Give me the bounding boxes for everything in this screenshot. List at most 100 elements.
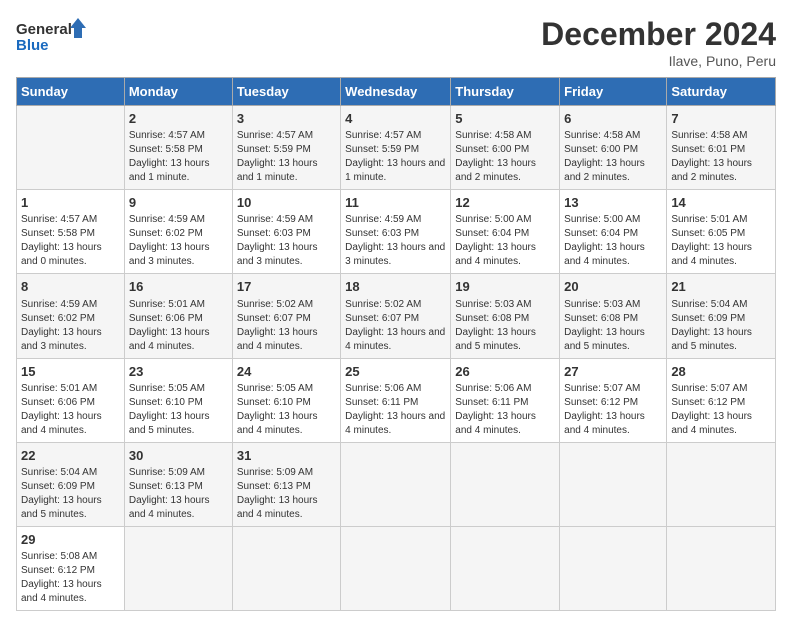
day-number: 26 xyxy=(455,363,555,381)
cell-text: Daylight: 13 hours and 4 minutes. xyxy=(237,494,336,522)
day-number: 11 xyxy=(345,194,446,212)
cell-text: Sunrise: 5:01 AM xyxy=(21,382,120,396)
cell-text: Daylight: 13 hours and 1 minute. xyxy=(129,157,228,185)
cell-text: Sunset: 6:02 PM xyxy=(129,227,228,241)
cell-text: Sunrise: 5:05 AM xyxy=(237,382,336,396)
week-row-4: 22Sunrise: 5:04 AMSunset: 6:09 PMDayligh… xyxy=(17,442,776,526)
cell-text: Daylight: 13 hours and 4 minutes. xyxy=(455,410,555,438)
calendar-cell: 20Sunrise: 5:03 AMSunset: 6:08 PMDayligh… xyxy=(560,274,667,358)
cell-text: Sunrise: 5:07 AM xyxy=(564,382,662,396)
cell-text: Sunrise: 5:07 AM xyxy=(671,382,771,396)
calendar-cell xyxy=(232,526,340,610)
logo-svg: General Blue xyxy=(16,16,86,56)
cell-text: Daylight: 13 hours and 4 minutes. xyxy=(455,241,555,269)
cell-text: Sunset: 5:58 PM xyxy=(129,143,228,157)
cell-text: Sunset: 6:09 PM xyxy=(21,480,120,494)
month-title: December 2024 xyxy=(541,16,776,53)
cell-text: Daylight: 13 hours and 3 minutes. xyxy=(21,326,120,354)
cell-text: Daylight: 13 hours and 4 minutes. xyxy=(671,410,771,438)
cell-text: Daylight: 13 hours and 4 minutes. xyxy=(237,326,336,354)
col-header-tuesday: Tuesday xyxy=(232,78,340,106)
day-number: 21 xyxy=(671,278,771,296)
calendar-cell: 5Sunrise: 4:58 AMSunset: 6:00 PMDaylight… xyxy=(451,106,560,190)
title-area: December 2024 Ilave, Puno, Peru xyxy=(541,16,776,69)
day-number: 30 xyxy=(129,447,228,465)
calendar-cell xyxy=(451,442,560,526)
cell-text: Sunrise: 5:03 AM xyxy=(564,298,662,312)
calendar-cell: 8Sunrise: 4:59 AMSunset: 6:02 PMDaylight… xyxy=(17,274,125,358)
week-row-2: 8Sunrise: 4:59 AMSunset: 6:02 PMDaylight… xyxy=(17,274,776,358)
cell-text: Sunrise: 5:00 AM xyxy=(455,213,555,227)
cell-text: Sunset: 6:05 PM xyxy=(671,227,771,241)
day-number: 9 xyxy=(129,194,228,212)
cell-text: Daylight: 13 hours and 2 minutes. xyxy=(671,157,771,185)
cell-text: Sunset: 6:12 PM xyxy=(21,564,120,578)
cell-text: Sunset: 6:00 PM xyxy=(564,143,662,157)
cell-text: Daylight: 13 hours and 4 minutes. xyxy=(671,241,771,269)
cell-text: Sunset: 6:08 PM xyxy=(564,312,662,326)
cell-text: Sunset: 6:13 PM xyxy=(237,480,336,494)
cell-text: Sunrise: 5:01 AM xyxy=(671,213,771,227)
day-number: 27 xyxy=(564,363,662,381)
cell-text: Daylight: 13 hours and 4 minutes. xyxy=(129,494,228,522)
day-number: 8 xyxy=(21,278,120,296)
col-header-thursday: Thursday xyxy=(451,78,560,106)
header: General Blue December 2024 Ilave, Puno, … xyxy=(16,16,776,69)
calendar-cell: 18Sunrise: 5:02 AMSunset: 6:07 PMDayligh… xyxy=(341,274,451,358)
calendar-cell: 1Sunrise: 4:57 AMSunset: 5:58 PMDaylight… xyxy=(17,190,125,274)
day-number: 15 xyxy=(21,363,120,381)
cell-text: Daylight: 13 hours and 1 minute. xyxy=(345,157,446,185)
cell-text: Sunrise: 5:03 AM xyxy=(455,298,555,312)
day-number: 23 xyxy=(129,363,228,381)
cell-text: Sunrise: 5:09 AM xyxy=(129,466,228,480)
cell-text: Daylight: 13 hours and 3 minutes. xyxy=(129,241,228,269)
cell-text: Sunrise: 5:06 AM xyxy=(345,382,446,396)
calendar-cell: 22Sunrise: 5:04 AMSunset: 6:09 PMDayligh… xyxy=(17,442,125,526)
week-row-3: 15Sunrise: 5:01 AMSunset: 6:06 PMDayligh… xyxy=(17,358,776,442)
day-number: 24 xyxy=(237,363,336,381)
day-number: 4 xyxy=(345,110,446,128)
cell-text: Daylight: 13 hours and 5 minutes. xyxy=(21,494,120,522)
cell-text: Daylight: 13 hours and 4 minutes. xyxy=(345,410,446,438)
calendar-cell xyxy=(560,442,667,526)
calendar-cell: 9Sunrise: 4:59 AMSunset: 6:02 PMDaylight… xyxy=(124,190,232,274)
calendar-cell: 29Sunrise: 5:08 AMSunset: 6:12 PMDayligh… xyxy=(17,526,125,610)
day-number: 29 xyxy=(21,531,120,549)
cell-text: Sunset: 6:07 PM xyxy=(237,312,336,326)
svg-text:General: General xyxy=(16,21,72,38)
calendar-cell: 19Sunrise: 5:03 AMSunset: 6:08 PMDayligh… xyxy=(451,274,560,358)
cell-text: Sunrise: 4:57 AM xyxy=(21,213,120,227)
cell-text: Sunrise: 4:58 AM xyxy=(564,129,662,143)
cell-text: Sunset: 6:03 PM xyxy=(345,227,446,241)
day-number: 22 xyxy=(21,447,120,465)
cell-text: Sunset: 6:08 PM xyxy=(455,312,555,326)
calendar-cell: 31Sunrise: 5:09 AMSunset: 6:13 PMDayligh… xyxy=(232,442,340,526)
calendar-cell: 6Sunrise: 4:58 AMSunset: 6:00 PMDaylight… xyxy=(560,106,667,190)
day-number: 31 xyxy=(237,447,336,465)
cell-text: Daylight: 13 hours and 3 minutes. xyxy=(237,241,336,269)
calendar-cell: 2Sunrise: 4:57 AMSunset: 5:58 PMDaylight… xyxy=(124,106,232,190)
day-number: 3 xyxy=(237,110,336,128)
calendar-cell: 7Sunrise: 4:58 AMSunset: 6:01 PMDaylight… xyxy=(667,106,776,190)
cell-text: Sunset: 5:59 PM xyxy=(237,143,336,157)
calendar-cell: 12Sunrise: 5:00 AMSunset: 6:04 PMDayligh… xyxy=(451,190,560,274)
day-number: 25 xyxy=(345,363,446,381)
cell-text: Daylight: 13 hours and 2 minutes. xyxy=(564,157,662,185)
calendar-cell xyxy=(451,526,560,610)
day-number: 28 xyxy=(671,363,771,381)
calendar-cell: 16Sunrise: 5:01 AMSunset: 6:06 PMDayligh… xyxy=(124,274,232,358)
day-number: 10 xyxy=(237,194,336,212)
day-number: 6 xyxy=(564,110,662,128)
cell-text: Sunset: 6:02 PM xyxy=(21,312,120,326)
cell-text: Sunset: 6:03 PM xyxy=(237,227,336,241)
cell-text: Sunset: 6:11 PM xyxy=(345,396,446,410)
cell-text: Daylight: 13 hours and 1 minute. xyxy=(237,157,336,185)
day-number: 16 xyxy=(129,278,228,296)
cell-text: Sunset: 6:04 PM xyxy=(455,227,555,241)
calendar-cell: 27Sunrise: 5:07 AMSunset: 6:12 PMDayligh… xyxy=(560,358,667,442)
calendar-cell: 11Sunrise: 4:59 AMSunset: 6:03 PMDayligh… xyxy=(341,190,451,274)
cell-text: Daylight: 13 hours and 5 minutes. xyxy=(564,326,662,354)
cell-text: Sunrise: 5:04 AM xyxy=(671,298,771,312)
calendar-cell: 23Sunrise: 5:05 AMSunset: 6:10 PMDayligh… xyxy=(124,358,232,442)
calendar-table: SundayMondayTuesdayWednesdayThursdayFrid… xyxy=(16,77,776,611)
